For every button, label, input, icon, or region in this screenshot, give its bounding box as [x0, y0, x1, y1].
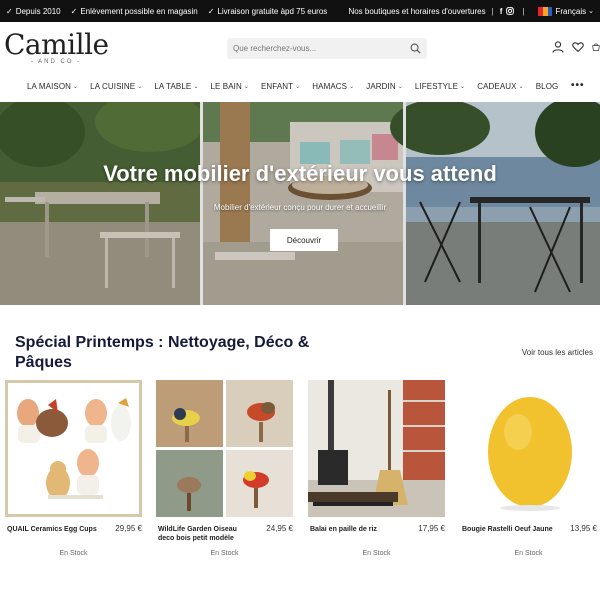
chevron-down-icon: ⌄	[460, 83, 466, 90]
facebook-icon[interactable]: f	[500, 7, 503, 16]
chevron-down-icon: ⌄	[295, 83, 301, 90]
stock-status: En Stock	[514, 550, 543, 557]
check-icon: ✓	[6, 6, 13, 16]
product-name[interactable]: WildLife Garden Oiseau deco bois petit m…	[158, 525, 254, 543]
language-selector[interactable]: Français	[555, 7, 586, 16]
divider: |	[491, 6, 494, 16]
product-image[interactable]	[460, 380, 597, 517]
product-image[interactable]	[5, 380, 142, 517]
chevron-down-icon: ⌄	[349, 83, 355, 90]
logo-text: Camille	[4, 28, 109, 61]
search-icon[interactable]	[410, 43, 421, 54]
stock-status: En Stock	[362, 550, 391, 557]
nav-item-lifestyle[interactable]: LIFESTYLE ⌄	[415, 82, 465, 91]
hero-banner[interactable]: Votre mobilier d'extérieur vous attend M…	[0, 102, 600, 305]
search-input[interactable]	[233, 44, 410, 53]
see-all-link[interactable]: Voir tous les articles	[522, 348, 593, 357]
nav-item-jardin[interactable]: JARDIN ⌄	[366, 82, 403, 91]
header: Camille - AND CO -	[0, 22, 600, 74]
product-price: 29,95 €	[115, 524, 142, 533]
chevron-down-icon: ⌄	[193, 83, 199, 90]
search-bar	[227, 38, 427, 59]
chevron-down-icon: ⌄	[588, 8, 594, 15]
product-card[interactable]: QUAIL Ceramics Egg Cups 29,95 € En Stock	[5, 380, 142, 557]
product-price: 13,95 €	[570, 524, 597, 533]
product-card[interactable]: Bougie Rastelli Oeuf Jaune 13,95 € En St…	[460, 380, 597, 557]
account-icon[interactable]	[552, 41, 564, 53]
nav-item-enfant[interactable]: ENFANT ⌄	[261, 82, 300, 91]
hero-title: Votre mobilier d'extérieur vous attend	[103, 161, 497, 186]
product-price: 17,95 €	[418, 524, 445, 533]
stock-status: En Stock	[210, 550, 239, 557]
product-price: 24,95 €	[266, 524, 293, 533]
egg-cups-image	[8, 383, 139, 514]
nav-item-cadeaux[interactable]: CADEAUX ⌄	[477, 82, 524, 91]
chevron-down-icon: ⌄	[397, 83, 403, 90]
product-list: QUAIL Ceramics Egg Cups 29,95 € En Stock	[5, 380, 597, 557]
product-card[interactable]: Balai en paille de riz 17,95 € En Stock	[308, 380, 445, 557]
logo[interactable]: Camille - AND CO -	[4, 28, 109, 66]
feature-since: ✓ Depuis 2010	[6, 6, 61, 16]
chevron-down-icon: ⌄	[137, 83, 143, 90]
nav-item-bain[interactable]: LE BAIN ⌄	[210, 82, 249, 91]
header-icons	[552, 41, 600, 53]
check-icon: ✓	[70, 6, 78, 16]
feature-delivery: ✓ Livraison gratuite àpd 75 euros	[207, 6, 328, 16]
chevron-down-icon: ⌄	[73, 83, 79, 90]
stores-link[interactable]: Nos boutiques et horaires d'ouvertures	[348, 7, 485, 16]
feature-pickup: ✓ Enlèvement possible en magasin	[70, 6, 198, 16]
heart-icon[interactable]	[572, 41, 584, 53]
product-image[interactable]	[156, 380, 293, 517]
section-title: Spécial Printemps : Nettoyage, Déco & Pâ…	[15, 334, 310, 371]
product-name[interactable]: Bougie Rastelli Oeuf Jaune	[462, 525, 558, 534]
product-name[interactable]: QUAIL Ceramics Egg Cups	[7, 525, 103, 534]
instagram-icon[interactable]	[506, 7, 515, 15]
stock-status: En Stock	[59, 550, 88, 557]
flag-icon	[538, 6, 553, 16]
product-card[interactable]: WildLife Garden Oiseau deco bois petit m…	[156, 380, 293, 557]
broom-image	[308, 380, 445, 517]
divider: |	[522, 6, 525, 16]
nav-item-hamacs[interactable]: HAMACS ⌄	[312, 82, 354, 91]
nav-item-table[interactable]: LA TABLE ⌄	[154, 82, 198, 91]
product-name[interactable]: Balai en paille de riz	[310, 525, 406, 534]
hero-subtitle: Mobilier d'extérieur conçu pour durer et…	[213, 203, 387, 212]
main-nav: LA MAISON ⌄ LA CUISINE ⌄ LA TABLE ⌄ LE BAIN…	[0, 76, 600, 96]
nav-item-blog[interactable]: BLOG	[536, 82, 559, 91]
nav-item-maison[interactable]: LA MAISON ⌄	[27, 82, 78, 91]
bird-deco-image	[156, 380, 293, 517]
check-icon: ✓	[207, 6, 215, 16]
chevron-down-icon: ⌄	[518, 83, 524, 90]
discover-button[interactable]: Découvrir	[270, 229, 338, 251]
nav-item-cuisine[interactable]: LA CUISINE ⌄	[90, 82, 142, 91]
top-bar-right: Nos boutiques et horaires d'ouvertures |…	[348, 6, 594, 16]
egg-candle-image	[460, 380, 597, 517]
cart-icon[interactable]	[592, 41, 600, 53]
top-bar: ✓ Depuis 2010 ✓ Enlèvement possible en mag…	[0, 0, 600, 22]
product-image[interactable]	[308, 380, 445, 517]
chevron-down-icon: ⌄	[243, 83, 249, 90]
more-menu-icon[interactable]: •••	[571, 80, 585, 91]
